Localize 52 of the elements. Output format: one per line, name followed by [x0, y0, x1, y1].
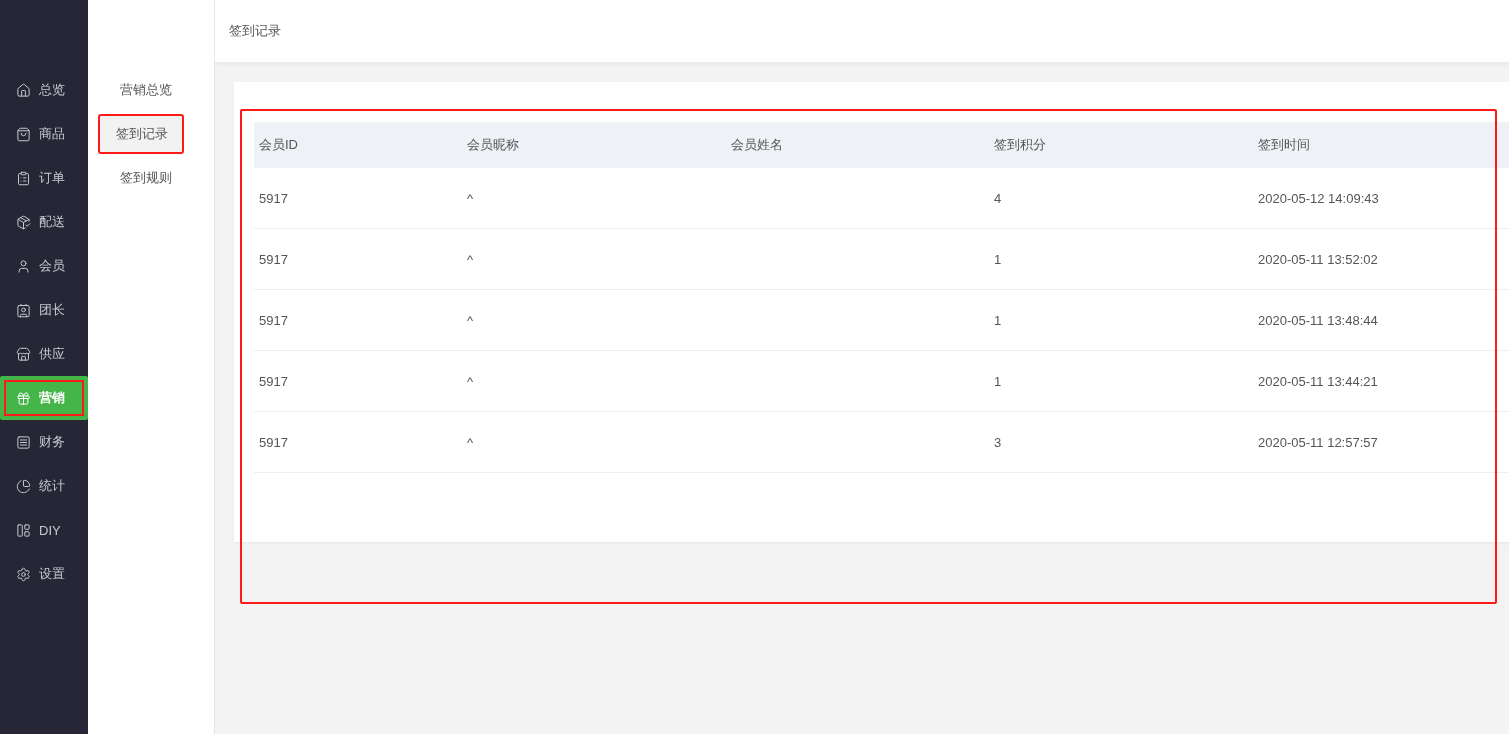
table-cell: 5917 [254, 168, 462, 229]
nav-item[interactable]: 商品 [0, 112, 88, 156]
table-cell: 1 [989, 228, 1253, 290]
table-cell: 5917 [254, 228, 462, 290]
nav-item[interactable]: 总览 [0, 68, 88, 112]
square-icon [16, 434, 31, 450]
table-cell: 5917 [254, 411, 462, 473]
nav-item[interactable]: 配送 [0, 200, 88, 244]
table-cell: 2020-05-11 13:52:02 [1253, 228, 1509, 290]
column-header: 会员ID [254, 122, 462, 168]
nav-item[interactable]: 财务 [0, 420, 88, 464]
nav-item[interactable]: 团长 [0, 288, 88, 332]
store-icon [16, 346, 31, 362]
nav-item[interactable]: 设置 [0, 552, 88, 596]
gift-icon [16, 390, 31, 406]
table-cell: 4 [989, 168, 1253, 229]
table-cell: ^ [462, 350, 726, 412]
table-cell: 5917 [254, 350, 462, 412]
subnav-item[interactable]: 签到记录 [98, 114, 184, 154]
column-header: 签到积分 [989, 122, 1253, 168]
user-icon [16, 258, 31, 274]
contact-icon [16, 302, 31, 318]
table-cell: 2020-05-12 14:09:43 [1253, 168, 1509, 229]
table-cell: 3 [989, 411, 1253, 473]
settings-icon [16, 566, 31, 582]
nav-item[interactable]: DIY [0, 508, 88, 552]
subnav-item[interactable]: 营销总览 [98, 70, 204, 110]
column-header: 会员昵称 [462, 122, 726, 168]
list-icon [16, 170, 31, 186]
subnav-item[interactable]: 签到规则 [98, 158, 204, 198]
table-cell: ^ [462, 289, 726, 351]
nav-item[interactable]: 订单 [0, 156, 88, 200]
nav-item[interactable]: 会员 [0, 244, 88, 288]
page-header: 签到记录 [215, 0, 1509, 62]
table-cell: ^ [462, 168, 726, 229]
nav-item[interactable]: 供应 [0, 332, 88, 376]
column-header: 会员姓名 [726, 122, 989, 168]
column-header: 签到时间 [1253, 122, 1509, 168]
home-icon [16, 82, 31, 98]
table-cell: 2020-05-11 12:57:57 [1253, 411, 1509, 473]
package-icon [16, 214, 31, 230]
layout-icon [16, 522, 31, 538]
pie-chart-icon [16, 478, 31, 494]
table-cell: ^ [462, 411, 726, 473]
nav-item[interactable]: 统计 [0, 464, 88, 508]
table-cell: ^ [462, 228, 726, 290]
table-cell: 2020-05-11 13:48:44 [1253, 289, 1509, 351]
table-cell: 1 [989, 350, 1253, 412]
table-cell: 1 [989, 289, 1253, 351]
table-cell: 2020-05-11 13:44:21 [1253, 350, 1509, 412]
bag-icon [16, 126, 31, 142]
table-cell: 5917 [254, 289, 462, 351]
